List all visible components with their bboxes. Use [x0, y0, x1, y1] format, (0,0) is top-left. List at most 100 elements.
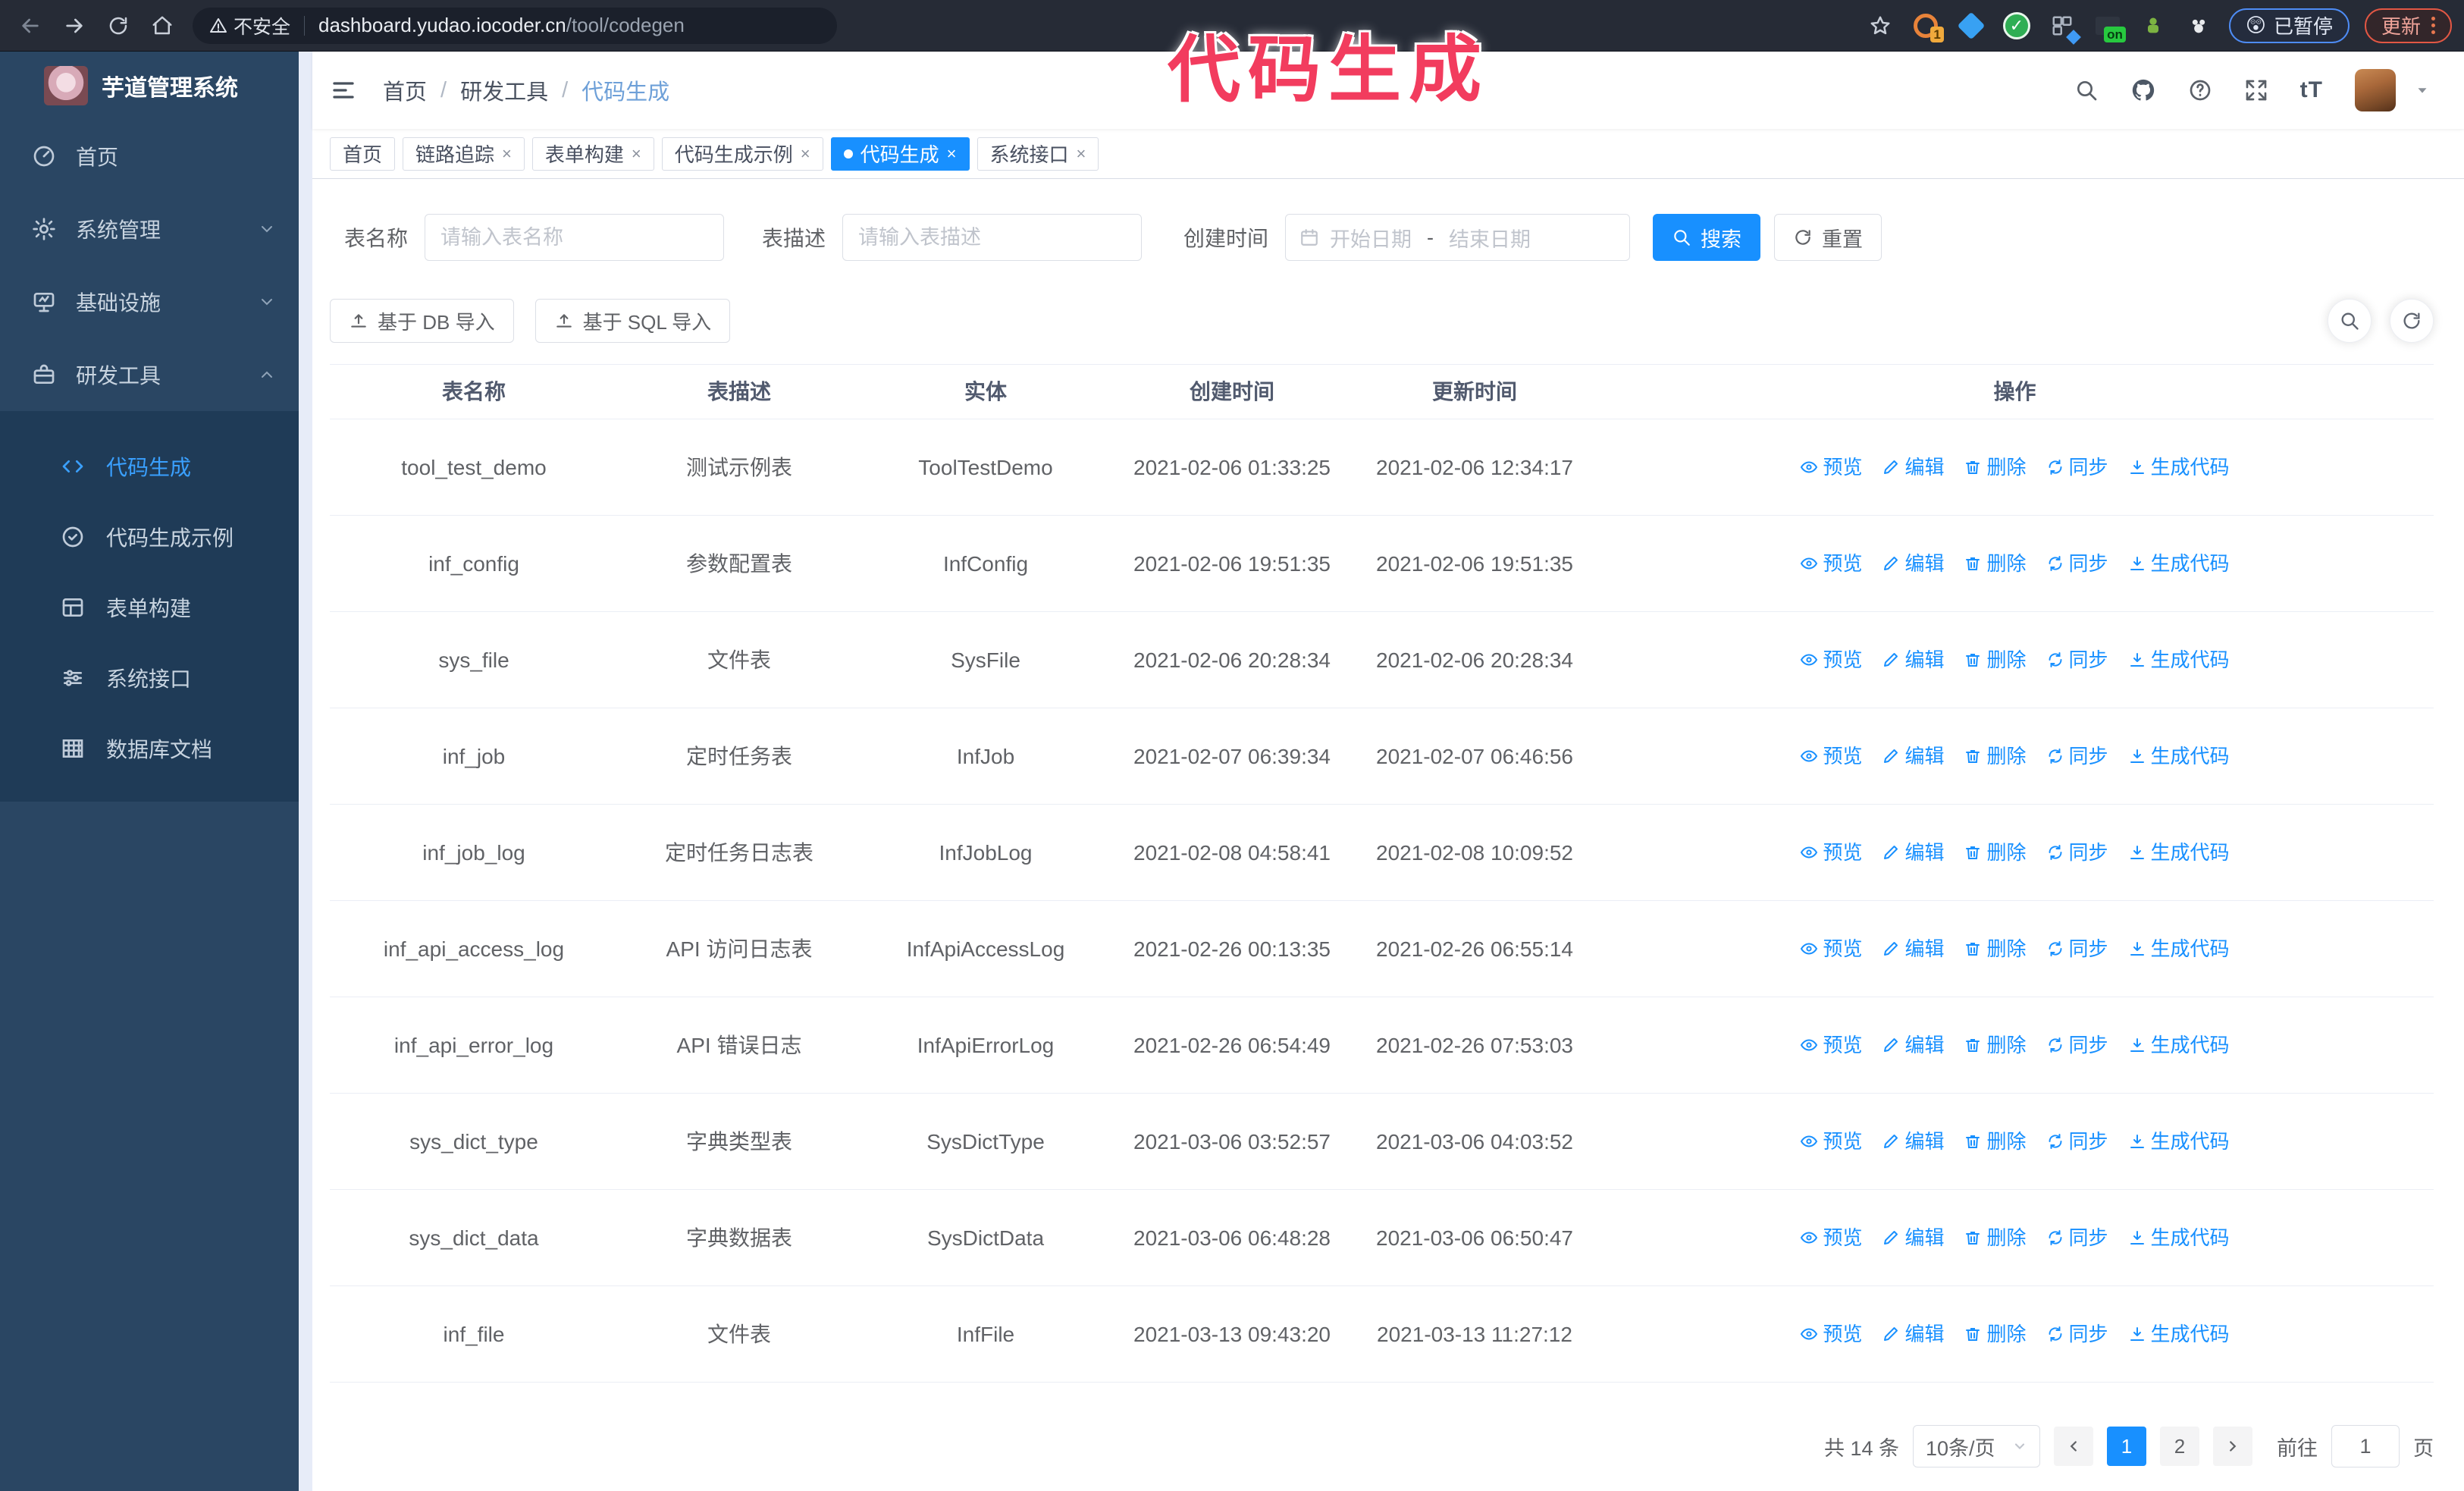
browser-update-button[interactable]: 更新: [2364, 8, 2452, 43]
search-button[interactable]: 搜索: [1653, 214, 1761, 261]
import-sql-button[interactable]: 基于 SQL 导入: [534, 299, 731, 343]
github-icon[interactable]: [2130, 77, 2156, 103]
action-preview[interactable]: 预览: [1800, 645, 1862, 675]
action-preview[interactable]: 预览: [1800, 741, 1862, 771]
action-edit[interactable]: 编辑: [1882, 1030, 1944, 1060]
action-delete[interactable]: 删除: [1964, 1223, 2027, 1253]
sidebar-item-codegen-example[interactable]: 代码生成示例: [0, 501, 299, 572]
action-generate[interactable]: 生成代码: [2128, 452, 2230, 482]
action-delete[interactable]: 删除: [1964, 741, 2027, 771]
action-generate[interactable]: 生成代码: [2128, 1223, 2230, 1253]
reset-button[interactable]: 重置: [1774, 214, 1882, 261]
browser-home-button[interactable]: [144, 8, 180, 44]
security-warning[interactable]: 不安全: [209, 12, 290, 39]
user-avatar[interactable]: [2355, 69, 2396, 111]
font-size-icon[interactable]: tT: [2300, 77, 2323, 103]
action-generate[interactable]: 生成代码: [2128, 741, 2230, 771]
breadcrumb-dev-tools[interactable]: 研发工具: [460, 74, 548, 106]
browser-forward-button[interactable]: [56, 8, 92, 44]
ext-check-circle-icon[interactable]: ✓: [2002, 11, 2032, 41]
action-edit[interactable]: 编辑: [1882, 452, 1944, 482]
action-delete[interactable]: 删除: [1964, 1030, 2027, 1060]
import-db-button[interactable]: 基于 DB 导入: [330, 299, 514, 343]
action-edit[interactable]: 编辑: [1882, 548, 1944, 579]
end-date-placeholder[interactable]: 结束日期: [1449, 223, 1531, 253]
action-sync[interactable]: 同步: [2046, 548, 2108, 579]
sidebar-scrollbar[interactable]: [299, 52, 312, 1491]
next-page-button[interactable]: [2213, 1427, 2252, 1467]
bookmark-star-icon[interactable]: [1865, 11, 1895, 41]
search-icon[interactable]: [2074, 78, 2099, 102]
table-name-input[interactable]: [425, 214, 725, 261]
action-sync[interactable]: 同步: [2046, 1319, 2108, 1349]
ext-dark-box-icon[interactable]: on: [2093, 11, 2126, 42]
action-preview[interactable]: 预览: [1800, 1030, 1862, 1060]
action-preview[interactable]: 预览: [1800, 934, 1862, 964]
ext-droid-icon[interactable]: [2138, 11, 2168, 41]
action-sync[interactable]: 同步: [2046, 741, 2108, 771]
kebab-menu-icon[interactable]: [2431, 17, 2435, 34]
address-bar[interactable]: 不安全 dashboard.yudao.iocoder.cn/tool/code…: [193, 7, 837, 44]
action-delete[interactable]: 删除: [1964, 548, 2027, 579]
sidebar-item-system-api[interactable]: 系统接口: [0, 642, 299, 713]
close-icon[interactable]: ×: [502, 144, 512, 164]
prev-page-button[interactable]: [2054, 1427, 2093, 1467]
action-sync[interactable]: 同步: [2046, 452, 2108, 482]
tag-form-builder[interactable]: 表单构建 ×: [531, 137, 654, 171]
table-desc-input[interactable]: [842, 214, 1143, 261]
action-generate[interactable]: 生成代码: [2128, 1126, 2230, 1157]
action-sync[interactable]: 同步: [2046, 1223, 2108, 1253]
toggle-search-button[interactable]: [2328, 299, 2372, 343]
goto-page-input[interactable]: [2331, 1425, 2400, 1468]
action-sync[interactable]: 同步: [2046, 1126, 2108, 1157]
action-delete[interactable]: 删除: [1964, 1126, 2027, 1157]
start-date-placeholder[interactable]: 开始日期: [1330, 223, 1412, 253]
breadcrumb-home[interactable]: 首页: [383, 74, 427, 106]
action-sync[interactable]: 同步: [2046, 837, 2108, 868]
ext-gem-icon[interactable]: [1956, 11, 1986, 41]
action-generate[interactable]: 生成代码: [2128, 645, 2230, 675]
action-edit[interactable]: 编辑: [1882, 934, 1944, 964]
sidebar-item-codegen[interactable]: 代码生成: [0, 431, 299, 501]
tag-codegen[interactable]: 代码生成 ×: [830, 137, 970, 171]
sidebar-item-form-builder[interactable]: 表单构建: [0, 572, 299, 642]
sidebar-fold-icon[interactable]: [330, 77, 357, 104]
action-preview[interactable]: 预览: [1800, 1126, 1862, 1157]
fullscreen-icon[interactable]: [2244, 78, 2268, 102]
sidebar-item-infrastructure[interactable]: 基础设施: [0, 265, 299, 338]
close-icon[interactable]: ×: [1077, 144, 1086, 164]
action-edit[interactable]: 编辑: [1882, 1126, 1944, 1157]
page-button-2[interactable]: 2: [2160, 1427, 2199, 1467]
action-preview[interactable]: 预览: [1800, 1223, 1862, 1253]
action-generate[interactable]: 生成代码: [2128, 1319, 2230, 1349]
action-edit[interactable]: 编辑: [1882, 1223, 1944, 1253]
browser-reload-button[interactable]: [100, 8, 136, 44]
avatar-caret-icon[interactable]: [2414, 82, 2431, 99]
action-generate[interactable]: 生成代码: [2128, 934, 2230, 964]
action-edit[interactable]: 编辑: [1882, 837, 1944, 868]
action-delete[interactable]: 删除: [1964, 934, 2027, 964]
action-sync[interactable]: 同步: [2046, 1030, 2108, 1060]
sidebar-item-system-management[interactable]: 系统管理: [0, 193, 299, 265]
action-edit[interactable]: 编辑: [1882, 741, 1944, 771]
ext-grid-icon[interactable]: [2047, 11, 2081, 45]
action-delete[interactable]: 删除: [1964, 1319, 2027, 1349]
action-preview[interactable]: 预览: [1800, 452, 1862, 482]
action-preview[interactable]: 预览: [1800, 548, 1862, 579]
action-delete[interactable]: 删除: [1964, 645, 2027, 675]
action-edit[interactable]: 编辑: [1882, 1319, 1944, 1349]
action-preview[interactable]: 预览: [1800, 1319, 1862, 1349]
tag-tracing[interactable]: 链路追踪 ×: [403, 137, 525, 171]
refresh-table-button[interactable]: [2390, 299, 2434, 343]
help-icon[interactable]: [2188, 78, 2212, 102]
close-icon[interactable]: ×: [801, 144, 810, 164]
tag-codegen-example[interactable]: 代码生成示例 ×: [661, 137, 823, 171]
action-sync[interactable]: 同步: [2046, 645, 2108, 675]
action-delete[interactable]: 删除: [1964, 452, 2027, 482]
action-generate[interactable]: 生成代码: [2128, 1030, 2230, 1060]
action-generate[interactable]: 生成代码: [2128, 548, 2230, 579]
sidebar-item-db-docs[interactable]: 数据库文档: [0, 713, 299, 783]
page-size-select[interactable]: 10条/页: [1913, 1425, 2040, 1468]
tag-system-api[interactable]: 系统接口 ×: [977, 137, 1099, 171]
action-generate[interactable]: 生成代码: [2128, 837, 2230, 868]
